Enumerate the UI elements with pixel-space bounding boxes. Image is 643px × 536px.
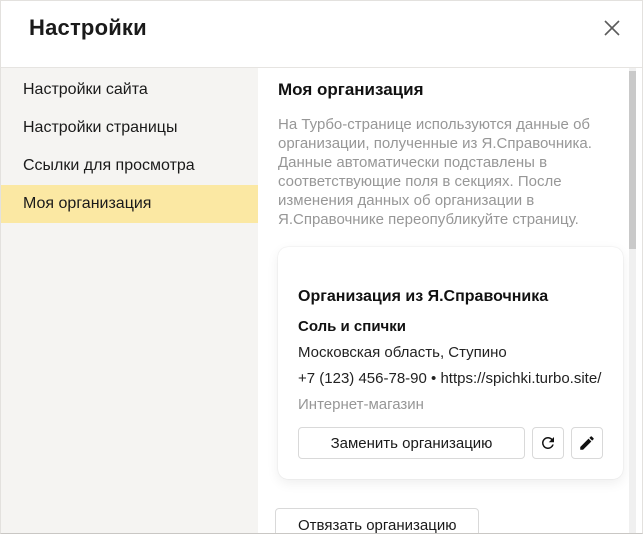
organization-address: Московская область, Ступино [298,343,603,363]
organization-name: Соль и спички [298,317,603,337]
organization-category: Интернет-магазин [298,395,603,415]
organization-card: Организация из Я.Справочника Соль и спич… [278,247,623,479]
pencil-icon [578,434,596,452]
edit-organization-button[interactable] [571,427,603,459]
sidebar-item-page-settings[interactable]: Настройки страницы [1,109,258,147]
replace-organization-button[interactable]: Заменить организацию [298,427,525,459]
dialog-header: Настройки [1,1,642,68]
sidebar-item-label: Ссылки для просмотра [23,157,195,175]
dialog-body: Настройки сайта Настройки страницы Ссылк… [1,68,642,534]
scrollbar-thumb[interactable] [629,71,636,249]
sidebar: Настройки сайта Настройки страницы Ссылк… [1,68,258,534]
contact-separator: • [431,370,436,387]
sidebar-item-site-settings[interactable]: Настройки сайта [1,71,258,109]
sidebar-item-label: Моя организация [23,195,151,213]
card-actions: Заменить организацию [298,427,603,459]
content-panel: Моя организация На Турбо-странице исполь… [258,68,642,534]
refresh-organization-button[interactable] [532,427,564,459]
close-button[interactable] [601,17,623,39]
dialog-title: Настройки [29,15,147,41]
organization-contact: +7 (123) 456-78-90 • https://spichki.tur… [298,369,603,389]
unlink-organization-button[interactable]: Отвязать организацию [275,508,479,534]
close-icon [601,17,623,39]
organization-phone: +7 (123) 456-78-90 [298,370,427,387]
description-text: На Турбо-странице используются данные об… [278,115,610,229]
sidebar-item-label: Настройки сайта [23,81,148,99]
settings-dialog: Настройки Настройки сайта Настройки стра… [0,0,643,534]
scrollbar-track[interactable] [629,68,636,534]
page-title: Моя организация [278,80,642,100]
sidebar-item-preview-links[interactable]: Ссылки для просмотра [1,147,258,185]
card-title: Организация из Я.Справочника [298,287,603,307]
refresh-icon [539,434,557,452]
sidebar-item-my-organization[interactable]: Моя организация [1,185,258,223]
organization-url: https://spichki.turbo.site/ [440,370,601,387]
sidebar-item-label: Настройки страницы [23,119,177,137]
